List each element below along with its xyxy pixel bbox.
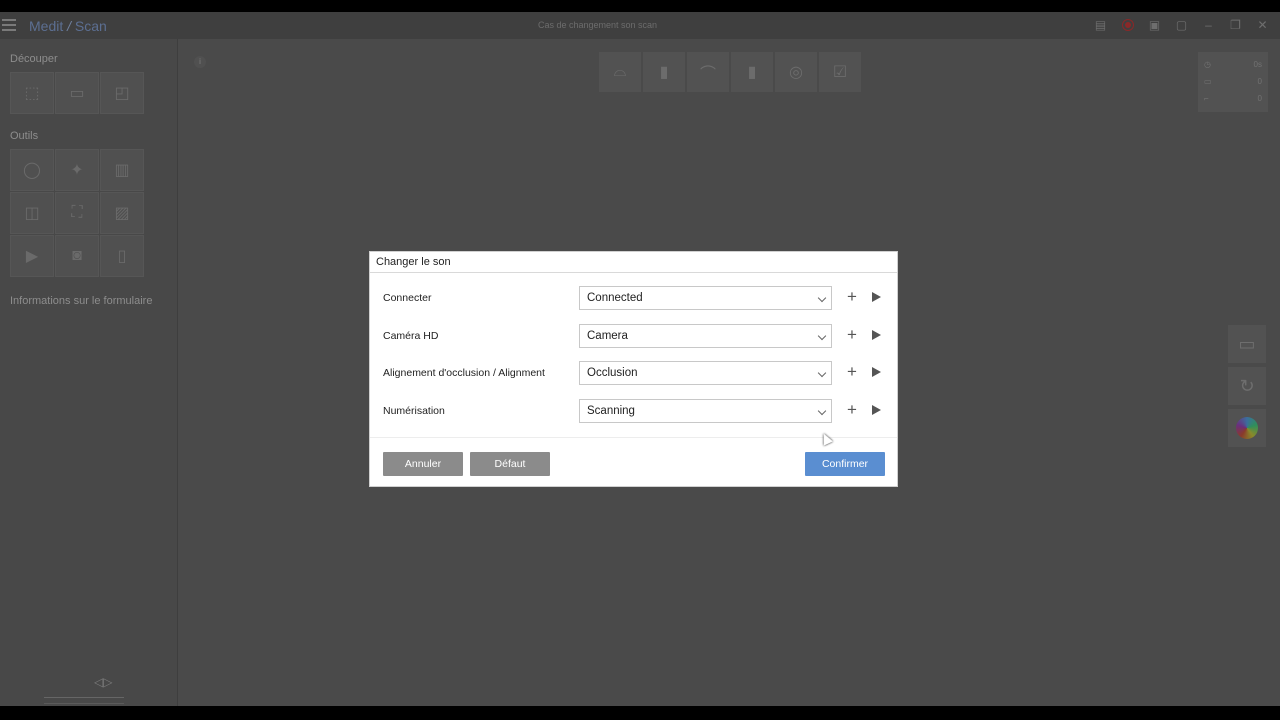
chevron-down-icon [817,331,827,341]
scan-stage-bar: ⌓ ▮ ⌒ ▮ ◎ ☑ [599,52,861,92]
crop-brush-icon[interactable]: ◰ [100,72,144,114]
window-controls: ▤ ▣ ▢ – ❐ ✕ [1091,17,1272,33]
add-sound-icon[interactable]: + [844,287,860,307]
data-icon: ⌐ [1204,94,1209,103]
chevron-down-icon [817,368,827,378]
overlay-tool-icon[interactable]: ◫ [10,192,54,234]
outils-title: Outils [10,130,39,142]
collapse-sidebar-icon[interactable]: ◁▷ [94,675,112,689]
crop-freeform-icon[interactable]: ▭ [55,72,99,114]
sound-row-camera: Caméra HD Camera + [370,324,899,350]
timer-icon: ◷ [1204,60,1211,69]
lower-abutment-stage-icon[interactable]: ▮ [731,52,773,92]
stats-row: ◷ 0s [1204,56,1262,73]
restore-button[interactable]: ❐ [1226,17,1245,33]
sound-label: Numérisation [383,405,445,417]
frames-icon: ▭ [1204,77,1212,86]
upper-jaw-stage-icon[interactable]: ⌓ [599,52,641,92]
layout-icon[interactable]: ▤ [1091,17,1110,33]
sound-row-connect: Connecter Connected + [370,286,899,312]
dialog-title: Changer le son [370,252,897,273]
scan-stats-panel: ◷ 0s ▭ 0 ⌐ 0 [1198,52,1268,112]
sound-select-camera[interactable]: Camera [579,324,832,348]
right-toolbar: ▭ ↻ [1228,325,1266,447]
sound-select-occlusion[interactable]: Occlusion [579,361,832,385]
complete-stage-icon[interactable]: ☑ [819,52,861,92]
play-sound-icon[interactable] [872,405,881,415]
stat-frames: 0 [1257,77,1262,86]
reset-view-icon[interactable]: ↻ [1228,367,1266,405]
sound-label: Caméra HD [383,330,439,342]
select-value: Scanning [587,405,635,417]
stats-row: ▭ 0 [1204,73,1262,90]
color-wheel-button[interactable] [1228,409,1266,447]
select-value: Connected [587,292,643,304]
info-icon[interactable]: i [194,56,206,68]
title-bar: Medit / Scan Cas de changement son scan … [0,12,1280,39]
dialog-footer: Annuler Défaut Confirmer [370,437,897,486]
form-info-link[interactable]: Informations sur le formulaire [10,295,152,307]
minimize-button[interactable]: – [1199,17,1218,33]
fullscreen-icon[interactable]: ▢ [1172,17,1191,33]
cancel-button[interactable]: Annuler [383,452,463,476]
occlusion-stage-icon[interactable]: ◎ [775,52,817,92]
record-button[interactable] [1118,17,1137,33]
default-button[interactable]: Défaut [470,452,550,476]
play-sound-icon[interactable] [872,330,881,340]
upper-abutment-stage-icon[interactable]: ▮ [643,52,685,92]
lower-jaw-stage-icon[interactable]: ⌒ [687,52,729,92]
sound-select-scanning[interactable]: Scanning [579,399,832,423]
sound-row-occlusion: Alignement d'occlusion / Alignment Occlu… [370,361,899,387]
confirm-button[interactable]: Confirmer [805,452,885,476]
stats-row: ⌐ 0 [1204,90,1262,107]
sound-label: Connecter [383,292,432,304]
add-sound-icon[interactable]: + [844,362,860,382]
color-wheel-icon [1236,417,1258,439]
left-sidebar: Découper ⬚ ▭ ◰ Outils ◯ ✦ ▥ ◫ ⛶ ▨ ▶ ◙ ▯ … [0,39,178,706]
decouper-tools: ⬚ ▭ ◰ [10,72,144,114]
chevron-down-icon [817,293,827,303]
decouper-title: Découper [10,53,58,65]
lock-tool-icon[interactable]: ◯ [10,149,54,191]
screenshot-icon[interactable]: ▣ [1145,17,1164,33]
video-tool-icon[interactable]: ▶ [10,235,54,277]
stat-data: 0 [1257,94,1262,103]
camera-tool-icon[interactable]: ◙ [55,235,99,277]
close-button[interactable]: ✕ [1253,17,1272,33]
library-tool-icon[interactable]: ▯ [100,235,144,277]
change-sound-dialog: Changer le son Connecter Connected + Cam… [369,251,898,487]
video-camera-icon[interactable]: ▭ [1228,325,1266,363]
add-sound-icon[interactable]: + [844,325,860,345]
sound-label: Alignement d'occlusion / Alignment [383,367,545,379]
chevron-down-icon [817,406,827,416]
play-sound-icon[interactable] [872,292,881,302]
stat-time: 0s [1253,60,1262,69]
scan-tool-icon[interactable]: ▨ [100,192,144,234]
play-sound-icon[interactable] [872,367,881,377]
record-icon [1121,19,1134,31]
model-tool-icon[interactable]: ▥ [100,149,144,191]
marker-tool-icon[interactable]: ✦ [55,149,99,191]
sound-select-connect[interactable]: Connected [579,286,832,310]
filter-tool-icon[interactable]: ⛶ [55,192,99,234]
outils-tools: ◯ ✦ ▥ ◫ ⛶ ▨ ▶ ◙ ▯ [10,149,144,277]
add-sound-icon[interactable]: + [844,400,860,420]
window-title: Cas de changement son scan [537,20,658,30]
select-value: Camera [587,330,628,342]
crop-rect-icon[interactable]: ⬚ [10,72,54,114]
select-value: Occlusion [587,367,638,379]
scanner-tip-icon [44,697,124,704]
sound-row-scanning: Numérisation Scanning + [370,399,899,425]
app-window: Medit / Scan Cas de changement son scan … [0,12,1280,706]
